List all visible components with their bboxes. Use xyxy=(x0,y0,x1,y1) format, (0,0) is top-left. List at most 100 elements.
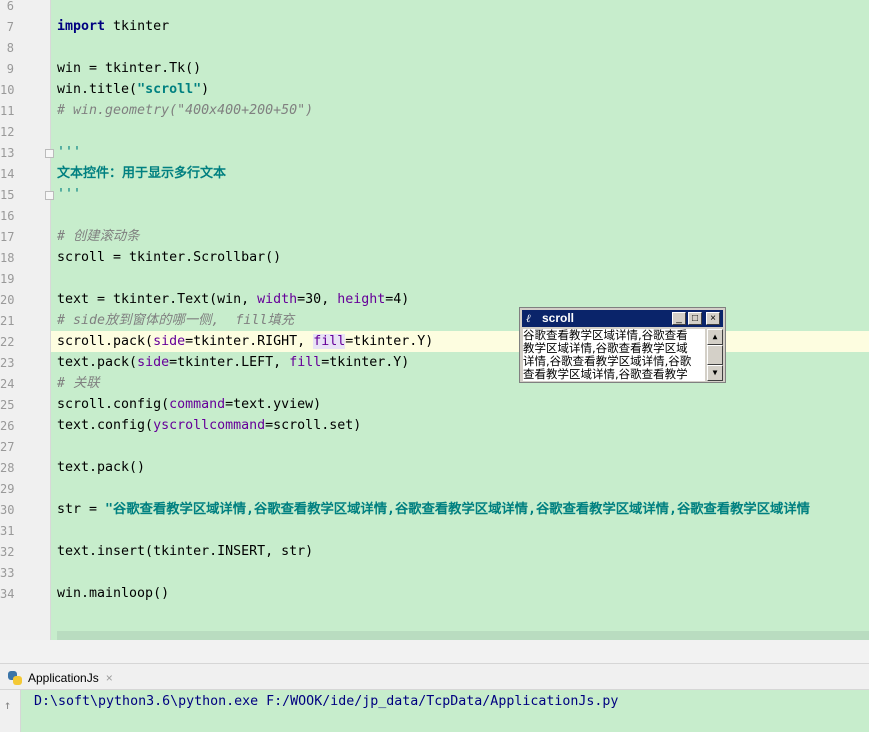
code-text: =tkinter.Y) xyxy=(345,334,434,349)
line-number: 24 xyxy=(0,377,15,391)
line-number: 12 xyxy=(0,125,15,139)
param-name: height xyxy=(337,292,386,307)
code-text: =tkinter.LEFT, xyxy=(169,355,290,370)
code-line-34[interactable]: win.mainloop() xyxy=(57,583,169,604)
code-line-21[interactable]: # side放到窗体的哪一侧, fill填充 xyxy=(57,310,294,331)
line-number: 7 xyxy=(6,20,14,34)
code-line-30[interactable]: str = "谷歌查看教学区域详情,谷歌查看教学区域详情,谷歌查看教学区域详情,… xyxy=(57,499,810,520)
line-number: 15 xyxy=(0,188,15,202)
line-number: 25 xyxy=(0,398,15,412)
string-literal: "scroll" xyxy=(137,82,202,97)
code-line-26[interactable]: text.config(yscrollcommand=scroll.set) xyxy=(57,415,361,436)
line-number: 22 xyxy=(0,335,15,349)
line-number: 33 xyxy=(0,566,15,580)
console-output: D:\soft\python3.6\python.exe F:/WOOK/ide… xyxy=(34,694,619,709)
line-number: 29 xyxy=(0,482,15,496)
line-number: 30 xyxy=(0,503,15,517)
line-number: 8 xyxy=(6,41,14,55)
code-text: =4) xyxy=(385,292,410,307)
code-line-18[interactable]: scroll = tkinter.Scrollbar() xyxy=(57,247,281,268)
code-text: tkinter xyxy=(105,19,170,34)
tk-text-widget[interactable]: 谷歌查看教学区域详情,谷歌查看 教学区域详情,谷歌查看教学区域 详情,谷歌查看教… xyxy=(523,329,705,381)
param-name: side xyxy=(137,355,170,370)
scroll-down-arrow-icon[interactable]: ▼ xyxy=(707,365,723,381)
up-arrow-icon[interactable]: ↑ xyxy=(4,698,11,712)
line-number: 27 xyxy=(0,440,15,454)
close-tab-icon[interactable]: × xyxy=(106,671,113,685)
tk-feather-icon: ℓ xyxy=(526,312,531,325)
param-name: width xyxy=(257,292,298,307)
code-text: =text.yview) xyxy=(225,397,322,412)
line-number: 17 xyxy=(0,230,15,244)
string-literal: "谷歌查看教学区域详情,谷歌查看教学区域详情,谷歌查看教学区域详情,谷歌查看教学… xyxy=(105,502,810,517)
param-name: yscrollcommand xyxy=(153,418,266,433)
run-tool-bar: ApplicationJs × xyxy=(0,663,869,690)
tk-scrollbar[interactable]: ▲ ▼ xyxy=(707,329,723,381)
line-number: 32 xyxy=(0,545,15,559)
code-editor[interactable]: 6 7 8 9 10 11 12 13 14 15 16 17 18 19 20 21 22 23 24 25 26 27… xyxy=(0,0,869,640)
run-tab-label: ApplicationJs xyxy=(28,671,99,685)
line-number: 14 xyxy=(0,167,15,181)
code-text: =tkinter.RIGHT, xyxy=(185,334,314,349)
line-number: 10 xyxy=(0,83,15,97)
minimize-button[interactable]: _ xyxy=(672,312,686,325)
code-text: =tkinter.Y) xyxy=(321,355,410,370)
code-text: scroll.config( xyxy=(57,397,170,412)
scroll-thumb[interactable] xyxy=(707,345,723,365)
code-line-11[interactable]: # win.geometry("400x400+200+50") xyxy=(57,100,313,121)
scroll-up-arrow-icon[interactable]: ▲ xyxy=(707,329,723,345)
code-line-10[interactable]: win.title("scroll") xyxy=(57,79,209,100)
tk-scroll-window[interactable]: ℓ scroll _ □ × 谷歌查看教学区域详情,谷歌查看 教学区域详情,谷歌… xyxy=(519,307,726,383)
horizontal-scrollbar[interactable] xyxy=(57,631,869,640)
code-line-7[interactable]: import tkinter xyxy=(57,16,169,37)
code-line-23[interactable]: text.pack(side=tkinter.LEFT, fill=tkinte… xyxy=(57,352,409,373)
run-tab-applicationjs[interactable]: ApplicationJs × xyxy=(8,668,113,688)
code-text: text = tkinter.Text(win, xyxy=(57,292,258,307)
code-text: scroll.pack( xyxy=(57,334,154,349)
line-number: 11 xyxy=(0,104,15,118)
maximize-button[interactable]: □ xyxy=(688,312,702,325)
line-number: 6 xyxy=(6,0,14,13)
code-text: =scroll.set) xyxy=(265,418,362,433)
code-line-22[interactable]: scroll.pack(side=tkinter.RIGHT, fill=tki… xyxy=(57,331,433,352)
line-number: 18 xyxy=(0,251,15,265)
tk-title-bar[interactable]: ℓ scroll _ □ × xyxy=(522,310,723,327)
panel-separator xyxy=(0,640,869,663)
line-number: 16 xyxy=(0,209,15,223)
code-line-9[interactable]: win = tkinter.Tk() xyxy=(57,58,201,79)
tk-text-line: 查看教学区域详情,谷歌查看教学 xyxy=(523,367,688,381)
tk-window-title: scroll xyxy=(542,311,575,325)
code-text: ) xyxy=(201,82,210,97)
line-number: 13 xyxy=(0,146,15,160)
line-number: 31 xyxy=(0,524,15,538)
line-number: 19 xyxy=(0,272,15,286)
code-line-13[interactable]: ''' xyxy=(57,142,81,163)
param-name: fill xyxy=(313,334,346,349)
keyword: import xyxy=(57,19,106,34)
code-line-15[interactable]: ''' xyxy=(57,184,81,205)
code-text: str = xyxy=(57,502,106,517)
param-name: fill xyxy=(289,355,322,370)
python-icon xyxy=(8,671,22,685)
fold-marker[interactable] xyxy=(45,149,54,158)
console-gutter: ↑ xyxy=(0,690,21,732)
code-line-14[interactable]: 文本控件：用于显示多行文本 xyxy=(57,163,226,184)
code-line-32[interactable]: text.insert(tkinter.INSERT, str) xyxy=(57,541,313,562)
close-button[interactable]: × xyxy=(706,312,720,325)
line-number: 26 xyxy=(0,419,15,433)
code-line-24[interactable]: # 关联 xyxy=(57,373,100,394)
code-line-20[interactable]: text = tkinter.Text(win, width=30, heigh… xyxy=(57,289,409,310)
code-line-25[interactable]: scroll.config(command=text.yview) xyxy=(57,394,321,415)
line-number: 9 xyxy=(6,62,14,76)
param-name: command xyxy=(169,397,226,412)
code-line-28[interactable]: text.pack() xyxy=(57,457,145,478)
param-name: side xyxy=(153,334,186,349)
code-line-17[interactable]: # 创建滚动条 xyxy=(57,226,140,247)
code-text: text.pack( xyxy=(57,355,138,370)
run-console[interactable]: ↑ D:\soft\python3.6\python.exe F:/WOOK/i… xyxy=(0,690,869,732)
line-number: 21 xyxy=(0,314,15,328)
code-text: win.title( xyxy=(57,82,138,97)
code-text: =30, xyxy=(297,292,338,307)
fold-marker[interactable] xyxy=(45,191,54,200)
line-number: 20 xyxy=(0,293,15,307)
